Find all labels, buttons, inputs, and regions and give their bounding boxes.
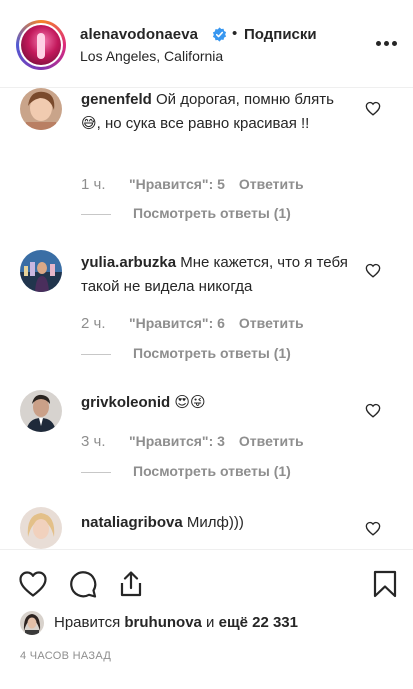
- comment-icon[interactable]: [68, 569, 98, 599]
- likes-middle: и: [206, 614, 215, 631]
- share-icon[interactable]: [116, 569, 146, 599]
- comment-username[interactable]: yulia.arbuzka: [81, 254, 176, 271]
- follow-button[interactable]: Подписки: [244, 26, 317, 43]
- location-link[interactable]: Los Angeles, California: [80, 48, 223, 64]
- view-replies-label: Посмотреть ответы (1): [133, 205, 291, 221]
- comment-avatar[interactable]: [20, 88, 62, 130]
- comment-text: 😍😜: [174, 394, 206, 411]
- comment-meta: 3 ч. "Нравится": 3 Ответить: [81, 433, 304, 450]
- likes-prefix: Нравится: [54, 614, 121, 631]
- comment-like-icon[interactable]: [365, 521, 381, 536]
- reply-button[interactable]: Ответить: [239, 315, 304, 331]
- replies-divider: [81, 471, 111, 473]
- verified-badge-icon: [212, 27, 227, 42]
- comment-avatar[interactable]: [20, 250, 62, 292]
- comment-item: nataliagribova Милф))): [0, 507, 413, 549]
- heart-icon[interactable]: [18, 569, 48, 599]
- comment-time: 3 ч.: [81, 433, 106, 450]
- comment-like-icon[interactable]: [365, 101, 381, 116]
- post-timestamp[interactable]: 4 ЧАСОВ НАЗАД: [20, 650, 111, 662]
- comment-like-icon[interactable]: [365, 403, 381, 418]
- reply-button[interactable]: Ответить: [239, 433, 304, 449]
- header-separator: •: [232, 25, 238, 42]
- comment-time: 2 ч.: [81, 315, 106, 332]
- view-replies-button[interactable]: Посмотреть ответы (1): [81, 205, 291, 221]
- comment-likes[interactable]: "Нравится": 3: [129, 433, 225, 449]
- view-replies-button[interactable]: Посмотреть ответы (1): [81, 345, 291, 361]
- comment-like-icon[interactable]: [365, 263, 381, 278]
- comment-meta: 1 ч. "Нравится": 5 Ответить: [81, 176, 304, 193]
- comment-likes[interactable]: "Нравится": 5: [129, 176, 225, 192]
- avatar-image: [21, 25, 61, 65]
- comment-username[interactable]: genenfeld: [81, 91, 152, 108]
- post-actions: Нравится bruhunova и ещё 22 331 4 ЧАСОВ …: [0, 549, 413, 689]
- comment-item: grivkoleonid 😍😜 3 ч. "Нравится": 3 Ответит…: [0, 390, 413, 490]
- view-replies-label: Посмотреть ответы (1): [133, 345, 291, 361]
- comment-meta: 2 ч. "Нравится": 6 Ответить: [81, 315, 304, 332]
- comment-username[interactable]: nataliagribova: [81, 514, 183, 531]
- more-options-icon[interactable]: [376, 41, 398, 47]
- comment-avatar[interactable]: [20, 507, 62, 549]
- comment-item: yulia.arbuzka Мне кажется, что я тебя та…: [0, 250, 413, 370]
- profile-avatar[interactable]: [16, 20, 66, 70]
- post-header: alenavodonaeva • Подписки Los Angeles, C…: [0, 0, 413, 88]
- replies-divider: [81, 353, 111, 355]
- liker-avatar[interactable]: [20, 611, 44, 635]
- reply-button[interactable]: Ответить: [239, 176, 304, 192]
- view-replies-label: Посмотреть ответы (1): [133, 463, 291, 479]
- view-replies-button[interactable]: Посмотреть ответы (1): [81, 463, 291, 479]
- comment-item: genenfeld Ой дорогая, помню блять 😅, но …: [0, 88, 413, 228]
- header-username[interactable]: alenavodonaeva: [80, 26, 198, 43]
- bookmark-icon[interactable]: [370, 569, 400, 599]
- comment-time: 1 ч.: [81, 176, 106, 193]
- comment-username[interactable]: grivkoleonid: [81, 394, 170, 411]
- replies-divider: [81, 213, 111, 215]
- comment-likes[interactable]: "Нравится": 6: [129, 315, 225, 331]
- comment-text: Милф))): [186, 514, 244, 531]
- likes-count[interactable]: ещё 22 331: [219, 614, 298, 631]
- liker-username[interactable]: bruhunova: [124, 614, 202, 631]
- comment-avatar[interactable]: [20, 390, 62, 432]
